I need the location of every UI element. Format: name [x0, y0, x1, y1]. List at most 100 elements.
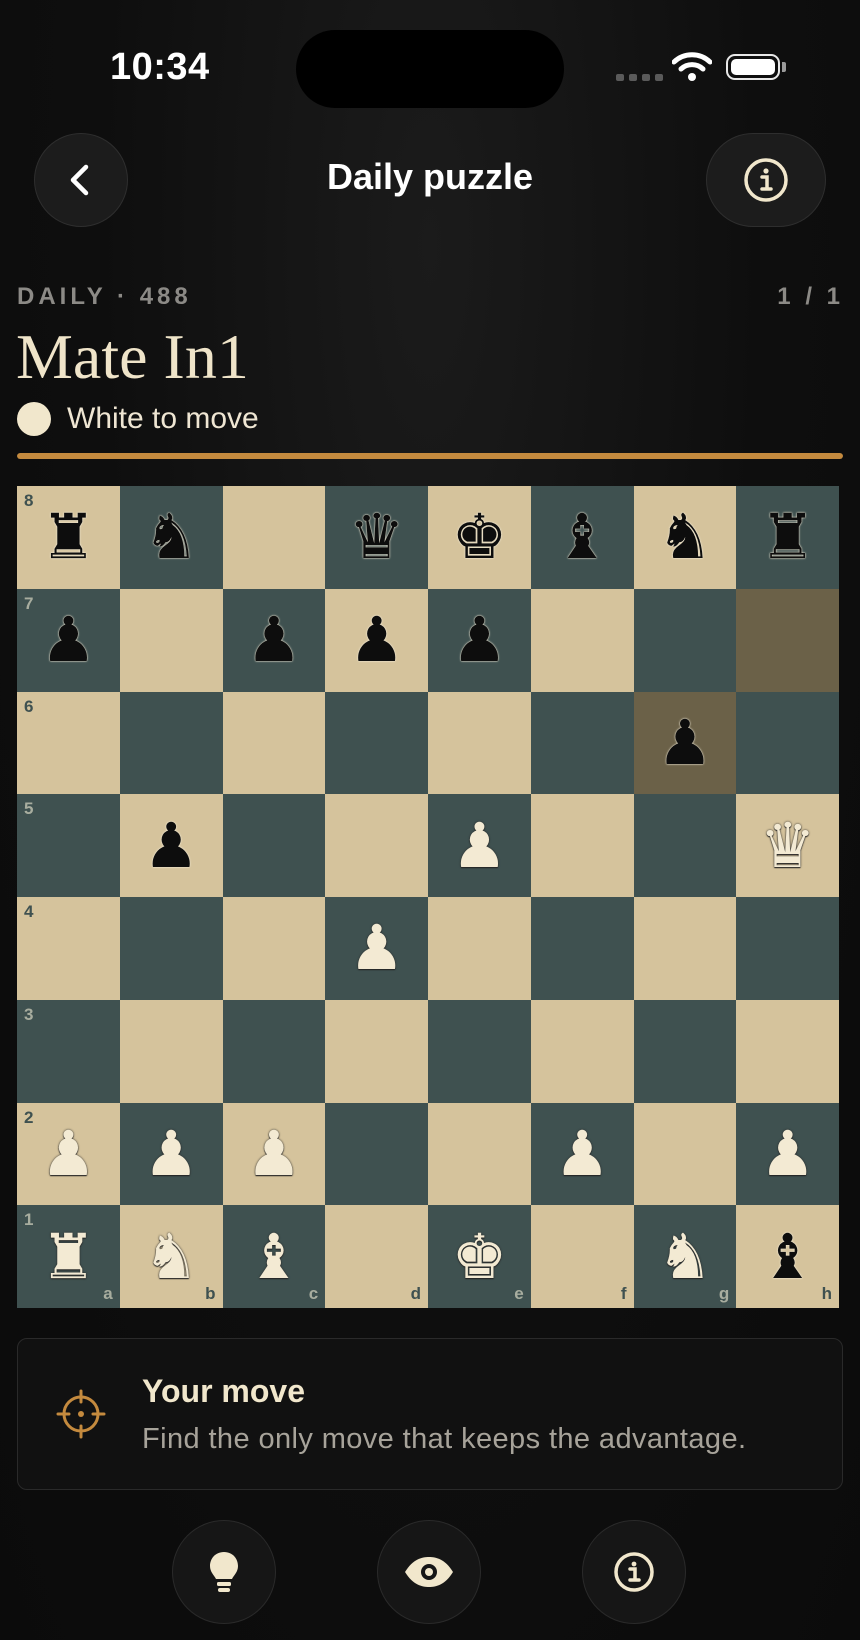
square-g5[interactable]: [633, 794, 737, 897]
black-king-icon[interactable]: ♚: [452, 506, 508, 568]
white-king-icon[interactable]: ♚: [452, 1225, 508, 1288]
info-button[interactable]: [706, 133, 826, 227]
square-e7[interactable]: ♟: [428, 588, 531, 692]
square-f7[interactable]: [530, 588, 634, 692]
white-knight-icon[interactable]: ♞: [657, 1225, 713, 1288]
white-pawn-icon[interactable]: ♟: [554, 1122, 610, 1185]
white-pawn-icon[interactable]: ♟: [41, 1122, 97, 1185]
square-c4[interactable]: [222, 897, 326, 1000]
square-b1[interactable]: b ♞: [119, 1205, 223, 1308]
square-h7[interactable]: [736, 588, 839, 692]
reveal-solution-button[interactable]: [377, 1520, 481, 1624]
square-c2[interactable]: ♟: [222, 1102, 326, 1206]
black-bishop-icon[interactable]: ♝: [760, 1225, 816, 1288]
square-d8[interactable]: ♛: [325, 486, 428, 589]
square-a8[interactable]: 8 ♜: [17, 486, 120, 589]
white-pawn-icon[interactable]: ♟: [760, 1122, 816, 1185]
square-c3[interactable]: [222, 999, 326, 1103]
square-f2[interactable]: ♟: [530, 1102, 634, 1206]
black-pawn-icon[interactable]: ♟: [41, 609, 97, 671]
square-h5[interactable]: ♛: [736, 794, 839, 897]
square-d4[interactable]: ♟: [325, 897, 428, 1000]
square-h4[interactable]: [736, 897, 839, 1000]
black-pawn-icon[interactable]: ♟: [452, 609, 508, 671]
white-bishop-icon[interactable]: ♝: [246, 1225, 302, 1288]
square-b2[interactable]: ♟: [119, 1102, 223, 1206]
square-a2[interactable]: 2 ♟: [17, 1102, 120, 1206]
square-d6[interactable]: [325, 691, 428, 795]
square-b6[interactable]: [119, 691, 223, 795]
square-e1[interactable]: e ♚: [428, 1205, 531, 1308]
square-a1[interactable]: 1 a ♜: [17, 1205, 120, 1308]
square-f6[interactable]: [530, 691, 634, 795]
square-b8[interactable]: ♞: [119, 486, 223, 589]
battery-icon: [726, 54, 780, 80]
square-b4[interactable]: [119, 897, 223, 1000]
white-pawn-icon[interactable]: ♟: [246, 1122, 302, 1185]
black-queen-icon[interactable]: ♛: [349, 506, 405, 568]
turn-text: White to move: [67, 402, 259, 435]
square-b3[interactable]: [119, 999, 223, 1103]
square-h2[interactable]: ♟: [736, 1102, 839, 1206]
square-f1[interactable]: f: [530, 1205, 634, 1308]
square-h1[interactable]: h ♝: [736, 1205, 839, 1308]
black-pawn-icon[interactable]: ♟: [143, 814, 199, 877]
black-rook-icon[interactable]: ♜: [760, 506, 816, 568]
puzzle-meta: DAILY · 488: [17, 283, 192, 310]
square-a4[interactable]: 4: [17, 897, 120, 1000]
square-g8[interactable]: ♞: [633, 486, 737, 589]
square-f3[interactable]: [530, 999, 634, 1103]
black-knight-icon[interactable]: ♞: [143, 506, 199, 568]
square-d5[interactable]: [325, 794, 428, 897]
square-c5[interactable]: [222, 794, 326, 897]
square-e6[interactable]: [428, 691, 531, 795]
chess-board[interactable]: 8 ♜ ♞ ♛ ♚ ♝ ♞ ♜ 7 ♟ ♟ ♟ ♟ 6 ♟ 5 ♟ ♟ ♛ 4 ♟ 3 2 ♟ ♟ ♟ ♟ ♟ 1 a ♜ b ♞ c ♝ d e ♚ f g…: [17, 486, 839, 1308]
square-a5[interactable]: 5: [17, 794, 120, 897]
square-d1[interactable]: d: [325, 1205, 428, 1308]
square-g1[interactable]: g ♞: [633, 1205, 737, 1308]
square-d3[interactable]: [325, 999, 428, 1103]
square-c6[interactable]: [222, 691, 326, 795]
square-h6[interactable]: [736, 691, 839, 795]
black-rook-icon[interactable]: ♜: [41, 506, 97, 568]
square-e8[interactable]: ♚: [428, 486, 531, 589]
square-h8[interactable]: ♜: [736, 486, 839, 589]
square-a3[interactable]: 3: [17, 999, 120, 1103]
square-d2[interactable]: [325, 1102, 428, 1206]
square-g2[interactable]: [633, 1102, 737, 1206]
white-pawn-icon[interactable]: ♟: [452, 814, 508, 877]
white-knight-icon[interactable]: ♞: [143, 1225, 199, 1288]
black-pawn-icon[interactable]: ♟: [657, 711, 713, 774]
square-g3[interactable]: [633, 999, 737, 1103]
square-a6[interactable]: 6: [17, 691, 120, 795]
square-g4[interactable]: [633, 897, 737, 1000]
square-e4[interactable]: [428, 897, 531, 1000]
black-bishop-icon[interactable]: ♝: [554, 506, 610, 568]
black-knight-icon[interactable]: ♞: [657, 506, 713, 568]
square-c8[interactable]: [222, 486, 326, 589]
square-f4[interactable]: [530, 897, 634, 1000]
square-e5[interactable]: ♟: [428, 794, 531, 897]
square-b5[interactable]: ♟: [119, 794, 223, 897]
white-rook-icon[interactable]: ♜: [41, 1225, 97, 1288]
square-g6[interactable]: ♟: [633, 691, 737, 795]
wifi-icon: [672, 52, 712, 81]
black-pawn-icon[interactable]: ♟: [349, 609, 405, 671]
square-f5[interactable]: [530, 794, 634, 897]
square-a7[interactable]: 7 ♟: [17, 588, 120, 692]
puzzle-details-button[interactable]: [582, 1520, 686, 1624]
square-f8[interactable]: ♝: [530, 486, 634, 589]
square-h3[interactable]: [736, 999, 839, 1103]
white-queen-icon[interactable]: ♛: [760, 814, 816, 877]
square-e3[interactable]: [428, 999, 531, 1103]
white-pawn-icon[interactable]: ♟: [143, 1122, 199, 1185]
square-c1[interactable]: c ♝: [222, 1205, 326, 1308]
square-b7[interactable]: [119, 588, 223, 692]
white-pawn-icon[interactable]: ♟: [349, 917, 405, 979]
square-e2[interactable]: [428, 1102, 531, 1206]
black-pawn-icon[interactable]: ♟: [246, 609, 302, 671]
square-c7[interactable]: ♟: [222, 588, 326, 692]
square-d7[interactable]: ♟: [325, 588, 428, 692]
hint-button[interactable]: [172, 1520, 276, 1624]
square-g7[interactable]: [633, 588, 737, 692]
